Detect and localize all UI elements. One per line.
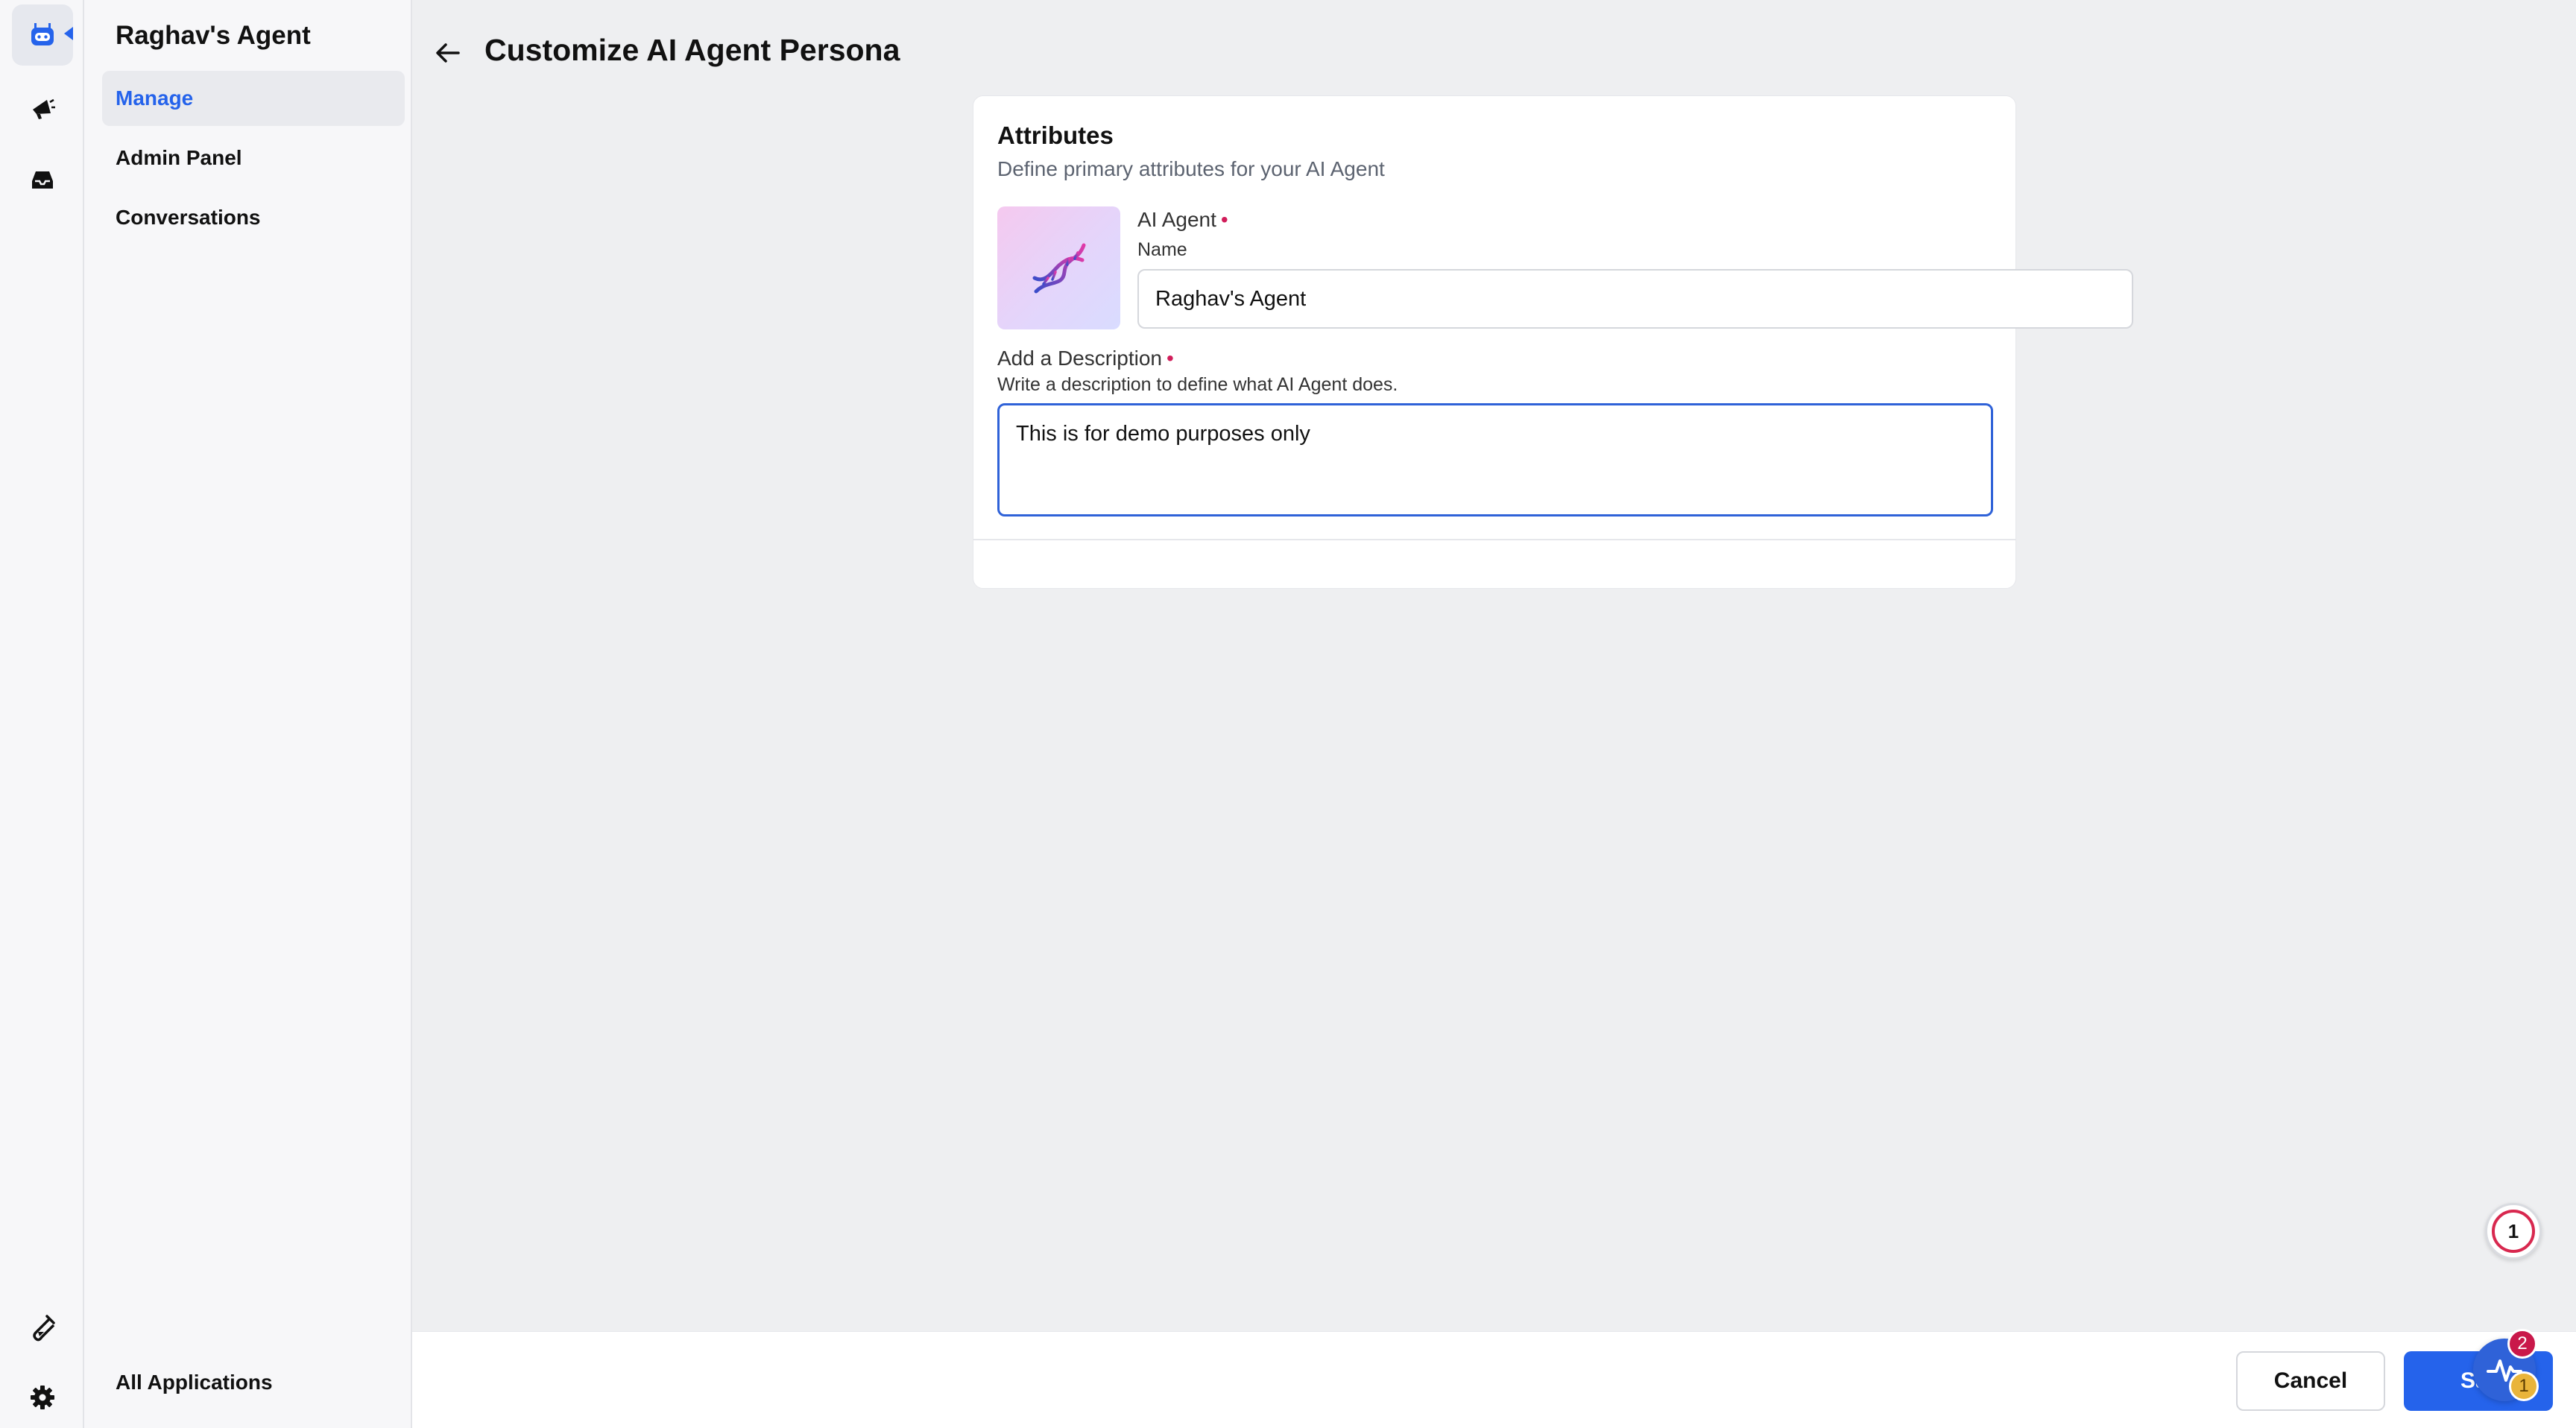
back-arrow-icon[interactable] (429, 34, 467, 72)
agent-name-input[interactable] (1137, 269, 2133, 329)
sidebar-item-conversations[interactable]: Conversations (102, 190, 405, 245)
collapse-caret-icon[interactable] (64, 27, 73, 40)
name-label: Name (1137, 239, 1187, 260)
page-title: Customize AI Agent Persona (484, 33, 900, 67)
card-subtitle: Define primary attributes for your AI Ag… (997, 157, 1385, 180)
required-marker: • (1220, 208, 1228, 231)
sidebar-item-admin-panel[interactable]: Admin Panel (102, 130, 405, 186)
agent-avatar[interactable] (997, 206, 1120, 329)
app-rail (0, 0, 84, 1428)
test-tube-icon[interactable] (12, 1297, 73, 1358)
description-textarea[interactable]: This is for demo purposes only (997, 403, 1993, 516)
inbox-icon[interactable] (12, 149, 73, 210)
sidebar-item-label: Conversations (116, 206, 261, 229)
agent-label: AI Agent • (1137, 208, 1228, 232)
sidebar-item-manage[interactable]: Manage (102, 71, 405, 126)
megaphone-icon[interactable] (12, 78, 73, 139)
footer-bar: Cancel Sa (412, 1331, 2576, 1428)
sidebar-item-all-applications[interactable]: All Applications (102, 1355, 405, 1410)
sidebar: Raghav's Agent Manage Admin Panel Conver… (84, 0, 412, 1428)
agent-label-text: AI Agent (1137, 208, 1216, 231)
sidebar-item-label: Manage (116, 86, 194, 110)
sidebar-title: Raghav's Agent (116, 21, 311, 50)
card-divider (973, 539, 2015, 540)
attributes-card: Attributes Define primary attributes for… (973, 95, 2133, 589)
floating-counter[interactable]: 1 (2485, 1203, 2542, 1260)
required-marker: • (1167, 347, 1174, 370)
description-label: Add a Description • (997, 347, 1174, 370)
dna-icon (1032, 243, 1085, 293)
cancel-button[interactable]: Cancel (2236, 1351, 2385, 1411)
sidebar-item-label: Admin Panel (116, 146, 242, 169)
card-title: Attributes (997, 121, 1114, 149)
notification-badge-red: 2 (2507, 1329, 2537, 1359)
description-help: Write a description to define what AI Ag… (997, 374, 1398, 395)
counter-value: 1 (2492, 1210, 2535, 1253)
gear-icon[interactable] (12, 1367, 73, 1428)
sidebar-item-label: All Applications (116, 1371, 273, 1394)
notification-badge-yellow: 1 (2509, 1371, 2539, 1401)
description-label-text: Add a Description (997, 347, 1163, 370)
